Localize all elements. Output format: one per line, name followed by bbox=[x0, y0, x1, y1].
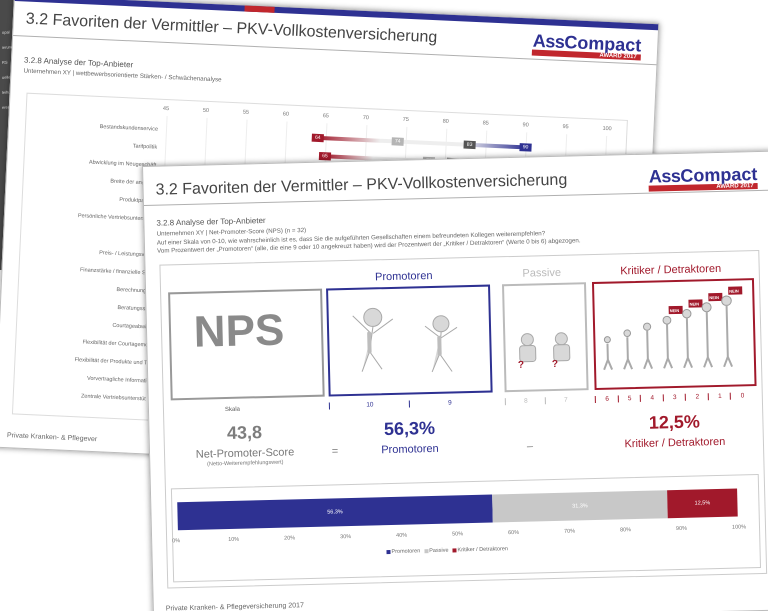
slide1-subheading: Unternehmen XY | wettbewerbsorientierte … bbox=[23, 67, 222, 84]
x-tick-label: 0% bbox=[172, 538, 181, 545]
kritiker-figure bbox=[642, 322, 654, 370]
scale-number: 6 bbox=[594, 395, 619, 404]
s1-axis-tick: 65 bbox=[322, 113, 330, 120]
scale-number: 1 bbox=[707, 392, 732, 401]
legend-label: Promotoren bbox=[391, 548, 421, 556]
kritiker-figure bbox=[623, 329, 634, 370]
s1-row-label: Courtageabwic bbox=[112, 322, 150, 331]
s1-value-chip: 90 bbox=[519, 143, 532, 152]
passive-header: Passive bbox=[522, 266, 562, 280]
x-tick-label: 10% bbox=[228, 536, 240, 544]
s1-row-label: Finanzstärke / finanzielle Stal bbox=[79, 267, 152, 277]
equals-sign: = bbox=[331, 445, 339, 458]
x-tick-label: 90% bbox=[675, 525, 688, 533]
scale-number: 5 bbox=[617, 394, 642, 403]
nein-sign-label: NEIN bbox=[709, 295, 719, 300]
s1-axis-tick: 80 bbox=[442, 118, 449, 125]
nps-value: 43,8 bbox=[226, 422, 263, 443]
slide2-heading: 3.2.8 Analyse der Top-Anbieter bbox=[156, 215, 266, 228]
s1-value-chip: 83 bbox=[463, 140, 476, 150]
s1-value-chip: 64 bbox=[311, 133, 324, 143]
x-tick-label: 100% bbox=[731, 524, 747, 531]
skala-label: Skala bbox=[224, 406, 241, 414]
s1-row-label: Tarifpolitik bbox=[132, 143, 158, 151]
scale-number: 7 bbox=[544, 396, 586, 405]
s1-axis-tick: 50 bbox=[202, 107, 210, 114]
nein-sign-label: NEIN bbox=[729, 288, 739, 293]
kritiker-figure: NEIN bbox=[701, 292, 723, 368]
kritiker-value: 12,5% bbox=[648, 411, 701, 433]
scale-number: 2 bbox=[685, 393, 709, 401]
s1-row-label: Bestandskundenservice bbox=[99, 124, 159, 133]
x-tick-label: 70% bbox=[563, 528, 576, 535]
slide2-footer: Private Kranken- & Pflegeversicherung 20… bbox=[165, 602, 305, 611]
x-tick-label: 40% bbox=[396, 532, 408, 539]
svg-text:?: ? bbox=[552, 359, 558, 370]
legend-swatch bbox=[386, 549, 391, 554]
bar-segment-kritiker: 12,5% bbox=[667, 488, 738, 519]
legend-swatch bbox=[424, 548, 429, 553]
s1-row-label: Vorvertragliche Informati bbox=[86, 375, 147, 385]
kritiker-box: NEIN NEIN NEIN NEIN bbox=[591, 278, 757, 391]
kritiker-figure: NEIN bbox=[662, 305, 683, 369]
x-tick-label: 20% bbox=[284, 535, 296, 542]
nps-label: NPS bbox=[193, 305, 285, 357]
s1-value-chip: 65 bbox=[318, 152, 332, 161]
nein-sign-figures-illustration: NEIN NEIN NEIN NEIN bbox=[603, 286, 743, 371]
passive-box: ?? bbox=[501, 282, 589, 393]
s1-axis-tick: 90 bbox=[522, 122, 529, 129]
minus-sign: – bbox=[526, 440, 534, 453]
promotoren-box bbox=[326, 284, 493, 397]
s1-axis-tick: 100 bbox=[602, 125, 612, 133]
legend-label: Passive bbox=[429, 547, 449, 555]
s1-range-bar bbox=[317, 135, 526, 150]
s1-value-chip: 74 bbox=[391, 137, 404, 146]
nein-sign-label: NEIN bbox=[689, 301, 699, 306]
slide-nps: 3.2 Favoriten der Vermittler – PKV-Vollk… bbox=[142, 150, 768, 611]
asscompact-logo: AssCompact AWARD 2017 bbox=[532, 31, 642, 61]
s1-axis-tick: 75 bbox=[402, 116, 409, 124]
s1-axis-tick: 60 bbox=[282, 111, 290, 118]
kritiker-figure bbox=[603, 336, 614, 371]
s1-axis-tick: 85 bbox=[482, 120, 489, 127]
promotoren-value: 56,3% bbox=[383, 417, 436, 440]
slide1-footer: Private Kranken- & Pflegever bbox=[6, 432, 98, 444]
s1-row-label: Flexibilität der Produkte und T bbox=[74, 357, 148, 367]
x-tick-label: 50% bbox=[452, 531, 464, 538]
x-tick-label: 80% bbox=[619, 527, 632, 534]
s1-axis-tick: 70 bbox=[362, 114, 369, 122]
s1-row-label: Flexibilität der Courtagemo bbox=[82, 339, 149, 349]
s1-axis-tick: 45 bbox=[162, 105, 170, 113]
kritiker-figure: NEIN bbox=[682, 299, 703, 369]
thinking-figures-illustration: ?? bbox=[518, 332, 571, 371]
scale-number: 3 bbox=[662, 393, 687, 402]
jumping-figures-illustration bbox=[352, 307, 458, 373]
legend-swatch bbox=[452, 547, 457, 553]
scale-number: 8 bbox=[504, 397, 546, 406]
s1-axis-tick: 55 bbox=[242, 109, 250, 116]
s1-axis-tick: 95 bbox=[562, 124, 569, 131]
s1-row-label: Zentrale Vertriebsunterstüt bbox=[80, 393, 146, 403]
stage: opal ierung RS uelle leihu eren 3.2 Favoriten… bbox=[0, 0, 768, 611]
logo-ass-text: Ass bbox=[532, 30, 565, 53]
logo-ass-text: Ass bbox=[648, 165, 681, 187]
svg-text:?: ? bbox=[518, 360, 524, 371]
scale-number: 4 bbox=[639, 394, 664, 402]
kritiker-figure: NEIN bbox=[721, 286, 743, 368]
x-tick-label: 60% bbox=[508, 529, 520, 537]
nein-sign-label: NEIN bbox=[670, 308, 680, 313]
bar-segment-passive: 31,3% bbox=[492, 490, 668, 523]
asscompact-logo-2: AssCompact AWARD 2017 bbox=[649, 164, 758, 192]
legend-label: Kritiker / Detraktoren bbox=[457, 546, 508, 554]
x-tick-label: 30% bbox=[340, 534, 352, 541]
scale-number: 0 bbox=[730, 392, 754, 400]
